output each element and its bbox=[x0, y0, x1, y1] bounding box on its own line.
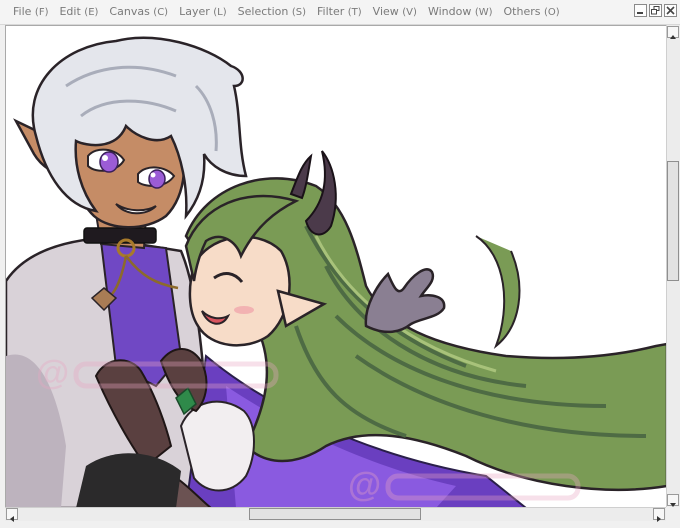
menu-selection[interactable]: Selection (S) bbox=[233, 0, 312, 24]
scrollbar-corner bbox=[666, 507, 680, 523]
scroll-left-button[interactable] bbox=[6, 508, 18, 522]
window-controls bbox=[634, 4, 677, 17]
horizontal-scroll-thumb[interactable] bbox=[249, 508, 421, 520]
menu-file[interactable]: File (F) bbox=[8, 0, 54, 24]
close-icon bbox=[666, 6, 675, 15]
minimize-icon bbox=[637, 12, 643, 14]
svg-text:@: @ bbox=[36, 354, 69, 392]
menu-bar: File (F) Edit (E) Canvas (C) Layer (L) S… bbox=[0, 0, 680, 25]
arrow-up-icon bbox=[670, 35, 676, 39]
restore-button[interactable] bbox=[649, 4, 662, 17]
minimize-button[interactable] bbox=[634, 4, 647, 17]
horizontal-scrollbar[interactable] bbox=[5, 507, 666, 522]
menu-edit[interactable]: Edit (E) bbox=[54, 0, 104, 24]
scroll-up-button[interactable] bbox=[667, 26, 679, 39]
menu-others[interactable]: Others (O) bbox=[499, 0, 566, 24]
menu-filter[interactable]: Filter (T) bbox=[312, 0, 368, 24]
scroll-right-button[interactable] bbox=[653, 508, 665, 522]
restore-icon bbox=[651, 6, 660, 15]
menu-items: File (F) Edit (E) Canvas (C) Layer (L) S… bbox=[8, 0, 566, 24]
close-button[interactable] bbox=[664, 4, 677, 17]
artwork-illustration: @ @ bbox=[6, 26, 667, 508]
vertical-scrollbar[interactable] bbox=[666, 25, 680, 507]
menu-layer[interactable]: Layer (L) bbox=[174, 0, 233, 24]
menu-window[interactable]: Window (W) bbox=[423, 0, 499, 24]
vertical-scroll-thumb[interactable] bbox=[667, 161, 679, 281]
menu-view[interactable]: View (V) bbox=[368, 0, 423, 24]
scroll-down-button[interactable] bbox=[667, 494, 679, 507]
svg-text:@: @ bbox=[348, 466, 381, 504]
drawing-canvas[interactable]: @ @ bbox=[5, 25, 668, 509]
menu-canvas[interactable]: Canvas (C) bbox=[104, 0, 174, 24]
